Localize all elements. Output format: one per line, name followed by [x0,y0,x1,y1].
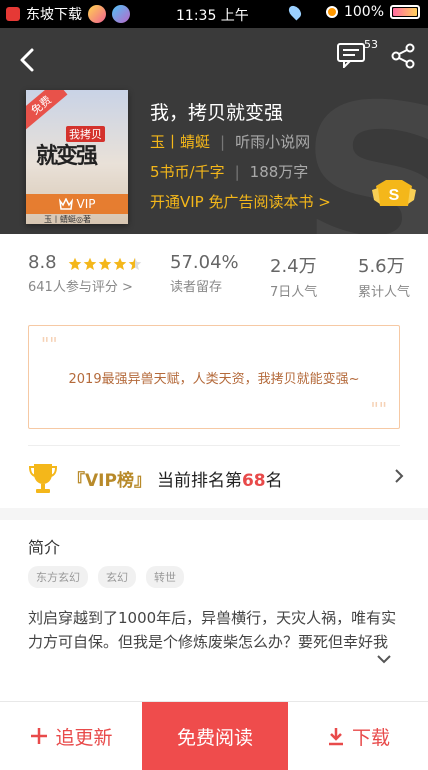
retention-stat: 57.04% 读者留存 [170,252,239,295]
ranking-text: 当前排名第68名 [157,466,283,491]
book-title: 我，拷贝就变强 [150,102,284,124]
section-gap [0,508,428,520]
star-half-icon [128,257,142,270]
vip-s-badge-icon[interactable]: S [372,178,416,210]
pop7-stat: 2.4万 7日人气 [270,252,317,300]
intro-title: 简介 [28,538,61,557]
open-quote-icon: "" [41,334,58,355]
battery-percent: 100% [343,4,384,20]
share-icon[interactable] [390,43,416,69]
word-count: 188万字 [249,163,309,181]
tag-list: 东方玄幻 玄幻 转世 [28,566,184,588]
clock: 11:35 上午 [176,8,249,24]
download-icon [328,728,343,746]
rating-stat[interactable]: 8.8 641人参与评分 > [28,252,142,295]
cover-vip-bar: VIP [26,194,128,214]
price-row: 5书币/千字 | 188万字 [150,161,308,182]
star-icon [113,257,127,270]
expand-chevron-icon[interactable] [376,653,392,665]
download-label: 下载 [351,726,390,749]
carrier-label: 东坡下载 [26,7,82,23]
retention-value: 57.04% [170,252,239,273]
free-read-button[interactable]: 免费阅读 [142,702,288,770]
battery-icon [390,5,420,19]
cover-author: 玉丨蜻蜓◎著 [44,215,91,224]
price: 5书币/千字 [150,163,225,181]
ranking-label: 『VIP榜』 [68,470,151,491]
plus-icon [31,728,48,744]
read-label: 免费阅读 [176,726,253,749]
total-label: 累计人气 [358,285,411,300]
back-arrow-icon[interactable] [12,44,44,76]
bottom-action-bar: 追更新 免费阅读 下载 [0,701,428,770]
comment-icon [337,43,365,70]
cover-title-art: 就变强 [36,144,98,169]
chevron-right-icon [395,469,404,483]
retention-label: 读者留存 [170,280,223,295]
star-icon [98,257,112,270]
location-icon [286,3,304,21]
ranking-prefix: 当前排名第 [156,470,242,491]
total-value: 5.6万 [358,256,405,277]
tagline-text: 2019最强异兽天赋，人类天资，我拷贝就能变强~ [68,372,360,387]
close-quote-icon: "" [370,399,387,420]
vip-ranking-row[interactable]: 『VIP榜』 当前排名第68名 [28,456,408,500]
divider: | [234,162,240,181]
rating-value: 8.8 [28,252,57,273]
book-header: S 53 免费 我拷贝 就变强 VIP 玉丨蜻蜓◎著 我，拷贝就变强 玉丨蜻蜓 … [0,28,428,234]
follow-label: 追更新 [55,726,113,749]
genre-tag[interactable]: 转世 [146,566,184,588]
author-row: 玉丨蜻蜓 | 听雨小说网 [150,131,310,152]
divider: | [220,132,226,151]
notification-icon-2 [112,5,130,23]
svg-text:S: S [389,187,400,204]
notification-icon [88,5,106,23]
comment-button[interactable]: 53 [336,38,378,70]
divider [28,445,400,446]
total-stat: 5.6万 累计人气 [358,252,410,300]
free-tag: 免费 [26,90,68,130]
comment-count: 53 [364,38,378,51]
status-bar: 东坡下载 11:35 上午 100% [0,0,428,28]
intro-text[interactable]: 刘启穿越到了1000年后，异兽横行，天灾人祸，唯有实力方可自保。但我是个修炼废柴… [28,606,400,654]
ranking-suffix: 名 [265,470,283,491]
source-name: 听雨小说网 [235,133,311,151]
rating-stars [68,257,142,271]
cover-vip-label: VIP [76,197,96,211]
star-icon [68,257,82,270]
author-name[interactable]: 玉丨蜻蜓 [150,131,210,152]
ranking-number: 68 [241,470,266,491]
pop7-value: 2.4万 [270,256,317,277]
trophy-icon [28,464,58,493]
signal-icon [325,6,338,18]
vip-promo-link[interactable]: 开通VIP 免广告阅读本书 > [150,191,331,212]
genre-tag[interactable]: 玄幻 [98,566,136,588]
download-button[interactable]: 下载 [288,702,428,770]
pop7-label: 7日人气 [270,285,318,300]
rating-count[interactable]: 641人参与评分 > [28,276,142,295]
genre-tag[interactable]: 东方玄幻 [28,566,88,588]
follow-updates-button[interactable]: 追更新 [0,702,142,770]
star-icon [83,257,97,270]
vip-promo-row[interactable]: 开通VIP 免广告阅读本书 > [150,191,331,212]
app-logo-icon [6,7,20,21]
tagline-box: "" 2019最强异兽天赋，人类天资，我拷贝就能变强~ "" [28,325,400,429]
crown-icon [58,198,73,210]
book-cover[interactable]: 免费 我拷贝 就变强 VIP 玉丨蜻蜓◎著 [26,90,128,224]
